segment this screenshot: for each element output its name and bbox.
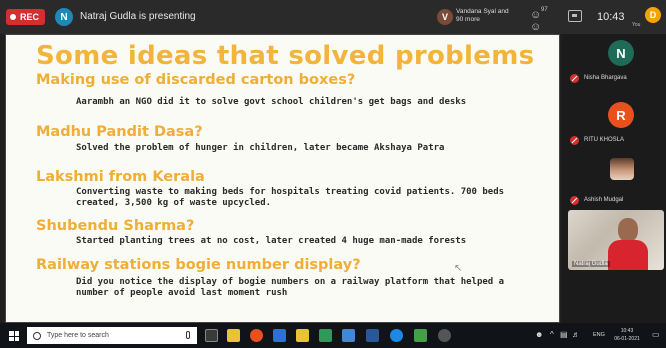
chat-icon[interactable] bbox=[568, 10, 582, 22]
meeting-clock: 10:43 bbox=[597, 11, 625, 23]
participant-name: Nisha Bhargava bbox=[584, 75, 627, 81]
language-indicator[interactable]: ENG bbox=[593, 332, 605, 338]
volume-icon[interactable]: ♬ bbox=[572, 330, 580, 339]
participant-name: Ashish Mudgal bbox=[584, 197, 624, 203]
recording-badge: REC bbox=[6, 9, 46, 25]
idea-text-5a: Did you notice the display of bogie numb… bbox=[76, 277, 505, 287]
taskbar-date: 06-01-2021 bbox=[614, 336, 640, 342]
taskbar-search-input[interactable]: Type here to search bbox=[27, 327, 197, 344]
chevron-up-icon[interactable]: ^ bbox=[550, 330, 554, 339]
idea-heading-3: Lakshmi from Kerala bbox=[36, 169, 205, 185]
task-view-icon[interactable] bbox=[205, 329, 218, 342]
meet-icon[interactable] bbox=[414, 329, 427, 342]
mail-icon[interactable] bbox=[342, 329, 355, 342]
participant-avatar[interactable]: V bbox=[437, 9, 453, 25]
settings-icon[interactable] bbox=[438, 329, 451, 342]
idea-heading-2: Madhu Pandit Dasa? bbox=[36, 124, 203, 140]
participant-photo[interactable] bbox=[610, 158, 634, 180]
idea-text-5b: number of people avoid last moment rush bbox=[76, 288, 288, 298]
participant-name: RITU KHOSLA bbox=[584, 137, 625, 143]
notifications-icon[interactable]: ▭ bbox=[652, 330, 660, 339]
store-icon[interactable] bbox=[296, 329, 309, 342]
meeting-top-bar: REC N Natraj Gudla is presenting V Vanda… bbox=[0, 0, 666, 34]
presenter-video-tile[interactable]: Natraj Gudla bbox=[568, 210, 664, 270]
presenting-status: Natraj Gudla is presenting bbox=[80, 11, 196, 22]
word-icon[interactable] bbox=[366, 329, 379, 342]
record-dot-icon bbox=[10, 14, 16, 20]
mic-off-icon bbox=[570, 136, 579, 145]
idea-text-2: Solved the problem of hunger in children… bbox=[76, 143, 445, 153]
windows-start-icon[interactable] bbox=[9, 331, 19, 341]
network-icon[interactable]: ▤ bbox=[560, 330, 568, 339]
idea-heading-5: Railway stations bogie number display? bbox=[36, 257, 361, 273]
mic-off-icon bbox=[570, 74, 579, 83]
mouse-cursor-icon: ↖ bbox=[454, 263, 463, 274]
idea-text-3b: created, 3,500 kg of waste upcycled. bbox=[76, 198, 272, 208]
search-placeholder: Type here to search bbox=[47, 332, 109, 339]
participant-avatar[interactable]: R bbox=[608, 102, 634, 128]
windows-taskbar: Type here to search ☻ ^ ▤ ♬ ENG 10:43 06… bbox=[0, 323, 666, 348]
mic-off-icon bbox=[570, 196, 579, 205]
taskbar-clock[interactable]: 10:43 06-01-2021 bbox=[612, 327, 642, 343]
taskbar-time: 10:43 bbox=[620, 328, 634, 334]
shared-slide: Some ideas that solved problems Making u… bbox=[5, 34, 560, 323]
idea-text-1: Aarambh an NGO did it to solve govt scho… bbox=[76, 97, 467, 107]
self-avatar[interactable]: D bbox=[645, 7, 661, 23]
idea-heading-4: Shubendu Sharma? bbox=[36, 218, 195, 234]
recording-label: REC bbox=[20, 12, 40, 22]
participant-avatar[interactable]: N bbox=[608, 40, 634, 66]
video-name-label: Natraj Gudla bbox=[572, 261, 610, 267]
app-icon[interactable] bbox=[273, 329, 286, 342]
idea-text-3a: Converting waste to making beds for hosp… bbox=[76, 187, 505, 197]
file-explorer-icon[interactable] bbox=[227, 329, 240, 342]
microphone-icon[interactable] bbox=[186, 331, 190, 339]
idea-heading-1: Making use of discarded carton boxes? bbox=[36, 72, 356, 88]
cortana-icon bbox=[33, 331, 41, 340]
chrome-icon[interactable] bbox=[250, 329, 263, 342]
participant-panel: N Nisha Bhargava R RITU KHOSLA Ashish Mu… bbox=[562, 34, 666, 323]
presenter-video bbox=[608, 218, 648, 270]
self-label: You bbox=[632, 22, 641, 28]
slide-title: Some ideas that solved problems bbox=[36, 41, 535, 71]
participant-summary[interactable]: Vandana Syal and 90 more bbox=[456, 8, 511, 24]
idea-text-4: Started planting trees at no cost, later… bbox=[76, 236, 467, 246]
edge-icon[interactable] bbox=[390, 329, 403, 342]
user-icon[interactable]: ☻ bbox=[535, 330, 543, 339]
presenter-avatar: N bbox=[55, 8, 73, 26]
excel-icon[interactable] bbox=[319, 329, 332, 342]
people-count: 97 bbox=[541, 7, 548, 13]
